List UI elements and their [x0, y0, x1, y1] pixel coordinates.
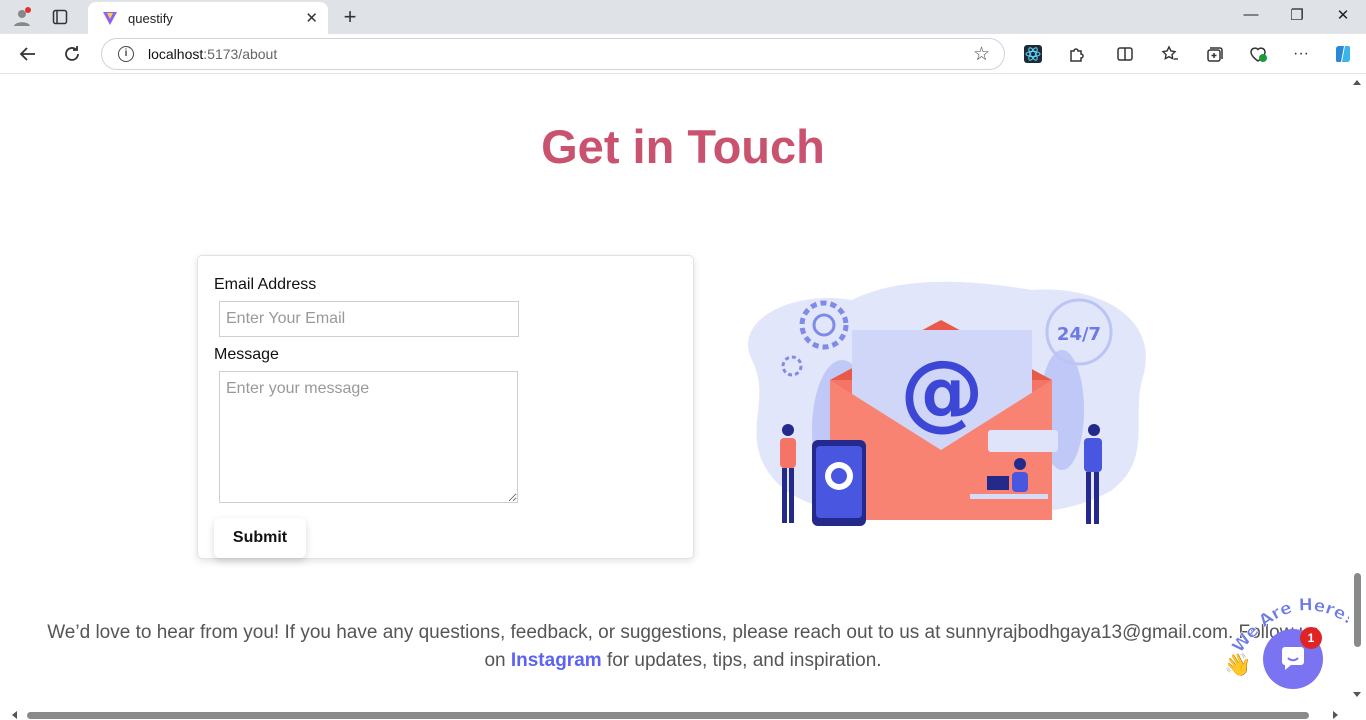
- tab-actions-icon[interactable]: [48, 5, 72, 29]
- scroll-up-arrow-icon[interactable]: [1353, 80, 1361, 85]
- vite-logo-icon: [103, 12, 117, 25]
- browser-toolbar: i localhost:5173/about ☆ ···: [0, 34, 1366, 74]
- favorite-star-icon[interactable]: ☆: [973, 43, 990, 66]
- scroll-down-arrow-icon[interactable]: [1353, 692, 1361, 697]
- restore-icon[interactable]: ❐: [1282, 6, 1312, 24]
- address-host: localhost: [148, 46, 204, 62]
- message-label: Message: [214, 346, 279, 363]
- address-path: :5173/about: [203, 46, 278, 62]
- profile-icon[interactable]: [10, 5, 34, 29]
- copilot-icon[interactable]: [1331, 42, 1355, 66]
- footer-text-after: for updates, tips, and inspiration.: [601, 650, 882, 671]
- scroll-right-arrow-icon[interactable]: [1333, 711, 1338, 719]
- email-field[interactable]: [219, 301, 519, 337]
- unread-badge: 1: [1300, 627, 1322, 649]
- message-field[interactable]: [219, 371, 518, 503]
- address-bar[interactable]: i localhost:5173/about ☆: [101, 38, 1005, 70]
- minimize-icon[interactable]: —: [1236, 6, 1266, 23]
- collections-icon[interactable]: [1202, 42, 1226, 66]
- react-devtools-icon[interactable]: [1021, 42, 1045, 66]
- close-tab-icon[interactable]: ✕: [305, 9, 318, 27]
- contact-form: Email Address Message Submit: [197, 255, 694, 559]
- waving-hand-icon: 👋: [1224, 652, 1252, 677]
- browser-tab[interactable]: questify ✕: [88, 2, 328, 34]
- footer-message: We’d love to hear from you! If you have …: [40, 619, 1326, 675]
- email-label: Email Address: [214, 276, 317, 293]
- page-title: Get in Touch: [541, 120, 825, 173]
- browser-titlebar: questify ✕ + — ❐ ✕: [0, 0, 1366, 34]
- instagram-link[interactable]: Instagram: [511, 650, 602, 671]
- new-tab-icon[interactable]: +: [338, 4, 362, 30]
- split-screen-icon[interactable]: [1113, 42, 1137, 66]
- browser-essentials-icon[interactable]: [1246, 42, 1270, 66]
- vertical-scrollbar[interactable]: [1349, 74, 1366, 720]
- horizontal-scroll-thumb[interactable]: [27, 712, 1309, 719]
- chat-icon: [1282, 647, 1304, 670]
- reload-icon[interactable]: [60, 42, 84, 66]
- back-icon[interactable]: [16, 42, 40, 66]
- page-viewport: Get in Touch Email Address Message Submi…: [0, 74, 1366, 720]
- svg-text:@: @: [900, 342, 984, 440]
- site-info-icon[interactable]: i: [118, 46, 134, 62]
- tab-title: questify: [128, 10, 173, 26]
- scroll-left-arrow-icon[interactable]: [12, 711, 17, 719]
- favorites-icon[interactable]: [1158, 42, 1182, 66]
- badge-24-7: 24/7: [1057, 324, 1101, 345]
- more-options-icon[interactable]: ···: [1289, 42, 1313, 66]
- contact-illustration: 24/7 @: [748, 281, 1146, 526]
- close-window-icon[interactable]: ✕: [1328, 6, 1358, 24]
- vertical-scroll-thumb[interactable]: [1354, 573, 1361, 647]
- horizontal-scrollbar[interactable]: [0, 709, 1349, 720]
- submit-button[interactable]: Submit: [214, 518, 306, 558]
- extensions-icon[interactable]: [1065, 42, 1089, 66]
